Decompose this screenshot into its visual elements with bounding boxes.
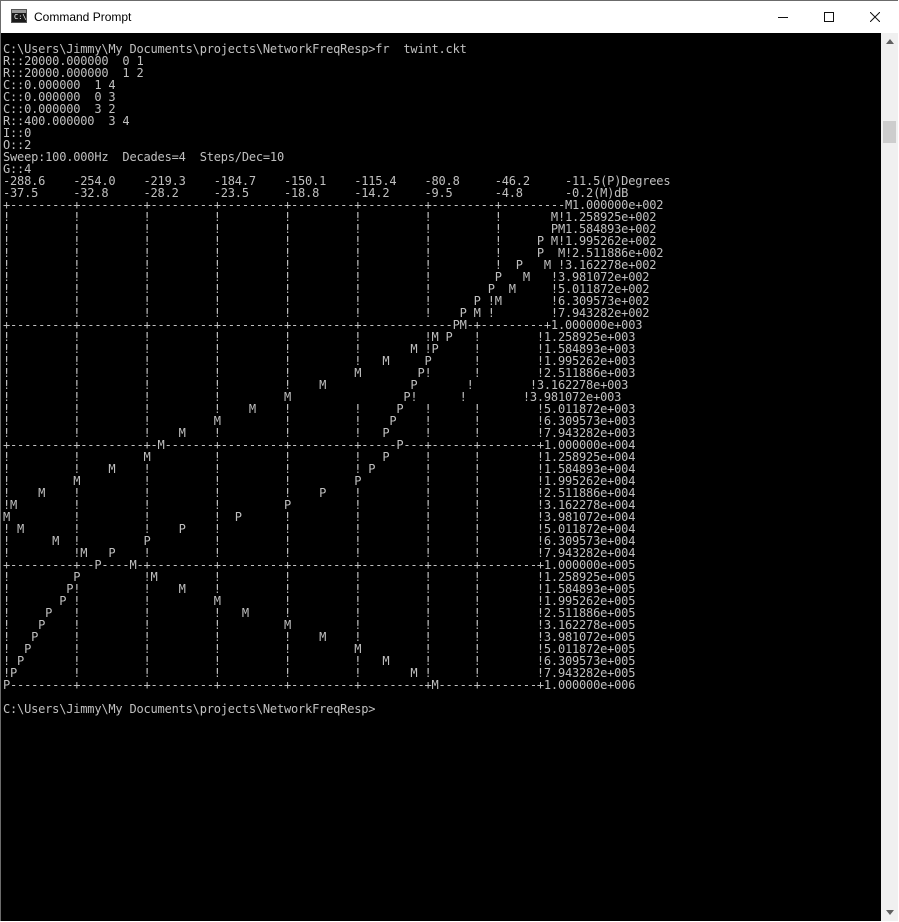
scroll-thumb[interactable]	[883, 121, 896, 143]
maximize-icon	[824, 12, 834, 22]
console-output[interactable]: C:\Users\Jimmy\My Documents\projects\Net…	[1, 33, 881, 921]
window-title: Command Prompt	[34, 10, 132, 24]
close-button[interactable]	[852, 1, 898, 33]
console-line: Sweep:100.000Hz Decades=4 Steps/Dec=10	[3, 150, 284, 164]
console-text: C:\Users\Jimmy\My Documents\projects\Net…	[1, 33, 881, 715]
minimize-icon	[778, 17, 788, 18]
console-line: C:\Users\Jimmy\My Documents\projects\Net…	[3, 702, 376, 716]
scroll-down-arrow-icon	[885, 910, 894, 915]
close-icon	[870, 12, 880, 22]
console-line: P---------+---------+---------+---------…	[3, 678, 636, 692]
console-icon: C:\	[11, 9, 27, 23]
scroll-up-button[interactable]	[881, 33, 898, 50]
maximize-button[interactable]	[806, 1, 852, 33]
title-bar[interactable]: C:\ Command Prompt	[1, 1, 898, 33]
minimize-button[interactable]	[760, 1, 806, 33]
scroll-up-arrow-icon	[885, 39, 894, 44]
vertical-scrollbar[interactable]	[881, 33, 898, 921]
command-prompt-window: C:\ Command Prompt C:\Users\Jimmy\My Doc…	[0, 0, 898, 921]
scroll-down-button[interactable]	[881, 904, 898, 921]
